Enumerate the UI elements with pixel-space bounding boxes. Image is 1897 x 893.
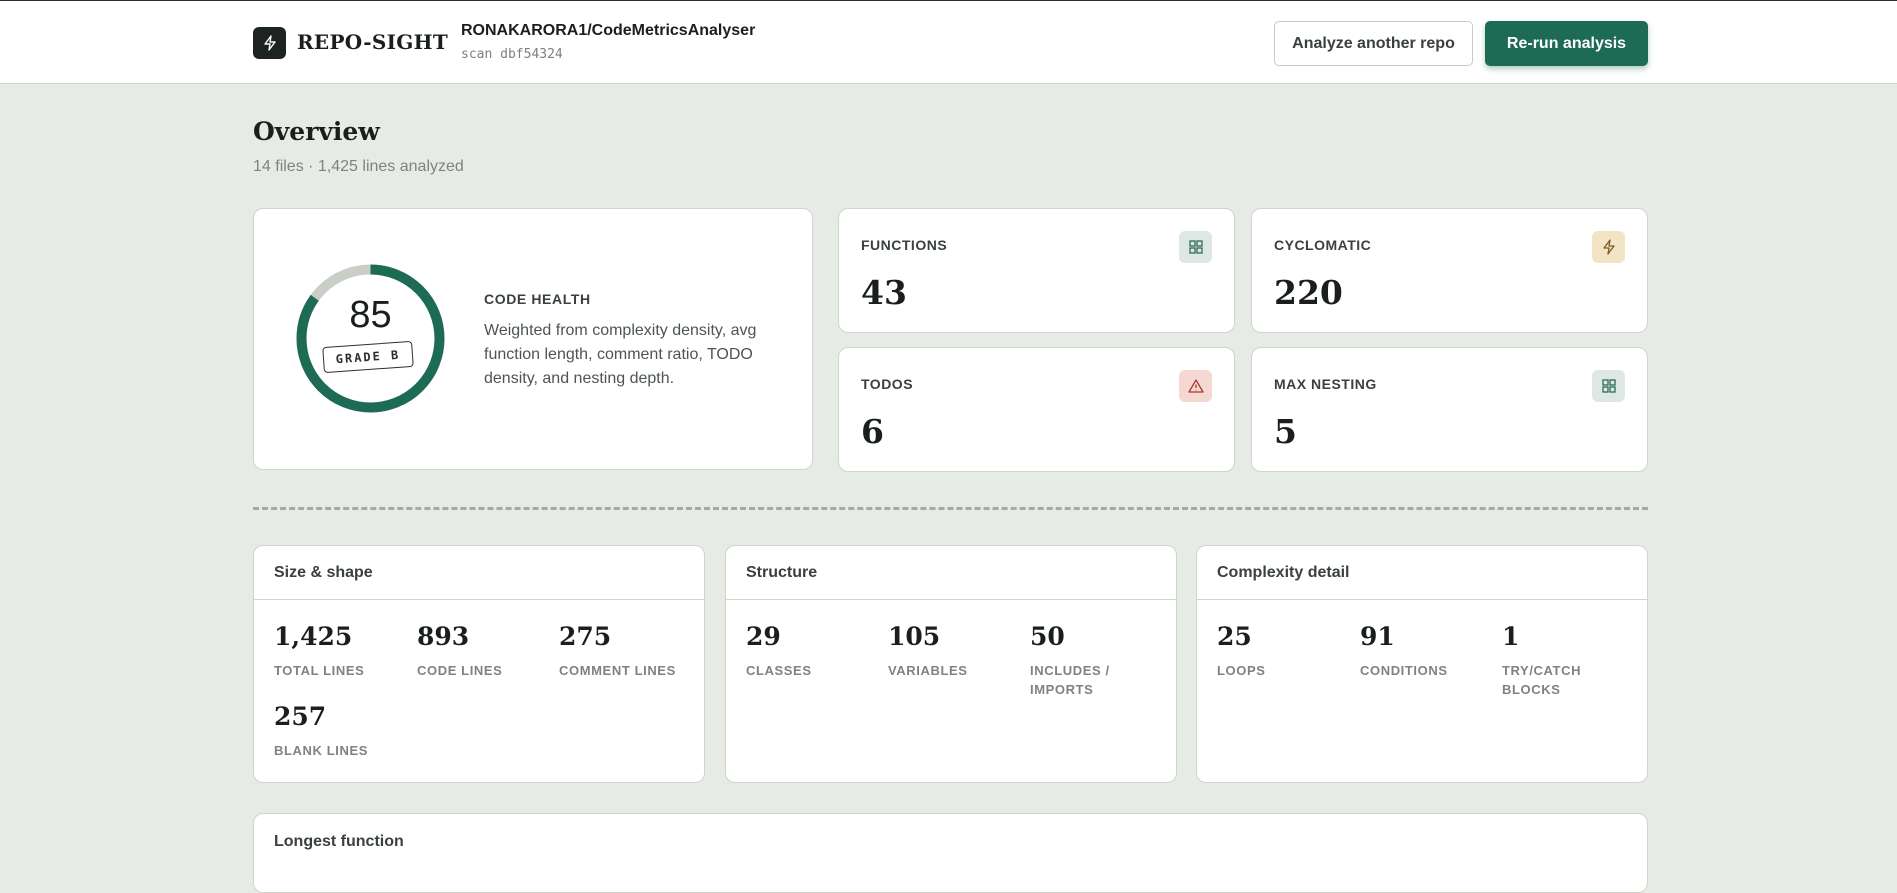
metric-comment-lines: 275 COMMENT LINES: [559, 622, 699, 680]
lightning-icon: [1592, 231, 1625, 263]
metric-label: LOOPS: [1217, 663, 1266, 678]
metric-value: 1,425: [274, 622, 353, 651]
grid-icon: [1592, 370, 1625, 402]
scan-id: scan dbf54324: [461, 47, 563, 62]
page-title: Overview: [253, 117, 380, 146]
max-nesting-card: MAX NESTING 5: [1251, 347, 1648, 472]
size-shape-panel: Size & shape 1,425 TOTAL LINES 893 CODE …: [253, 545, 705, 783]
code-health-card: 85 GRADE B CODE HEALTH Weighted from com…: [253, 208, 813, 470]
page-subtitle: 14 files · 1,425 lines analyzed: [253, 158, 464, 175]
max-nesting-label: MAX NESTING: [1274, 376, 1377, 392]
max-nesting-value: 5: [1274, 412, 1297, 451]
metric-label: INCLUDES / IMPORTS: [1030, 663, 1110, 697]
metric-includes-imports: 50 INCLUDES / IMPORTS: [1030, 622, 1140, 699]
metric-value: 29: [746, 622, 781, 651]
grid-icon: [1179, 231, 1212, 263]
panel-title: Size & shape: [254, 546, 704, 600]
repo-name: RONAKARORA1/CodeMetricsAnalyser: [461, 22, 756, 39]
metric-label: TRY/CATCH BLOCKS: [1502, 663, 1582, 697]
todos-card: TODOS 6: [838, 347, 1235, 472]
health-description: Weighted from complexity density, avg fu…: [484, 322, 757, 387]
metric-code-lines: 893 CODE LINES: [417, 622, 557, 680]
metric-classes: 29 CLASSES: [746, 622, 886, 680]
functions-card: FUNCTIONS 43: [838, 208, 1235, 333]
longest-function-card: Longest function: [253, 813, 1648, 893]
metric-blank-lines: 257 BLANK LINES: [274, 702, 414, 760]
structure-panel: Structure 29 CLASSES 105 VARIABLES 50 IN…: [725, 545, 1177, 783]
metric-conditions: 91 CONDITIONS: [1360, 622, 1500, 680]
brand-name: REPO-SIGHT: [297, 30, 449, 54]
health-label: CODE HEALTH: [484, 291, 591, 307]
metric-loops: 25 LOOPS: [1217, 622, 1357, 680]
panel-title: Complexity detail: [1197, 546, 1647, 600]
metric-label: CLASSES: [746, 663, 812, 678]
rerun-analysis-button[interactable]: Re-run analysis: [1485, 21, 1648, 66]
health-gauge: 85 GRADE B: [294, 262, 447, 415]
cyclomatic-value: 220: [1274, 273, 1343, 312]
section-divider: [253, 507, 1648, 510]
metric-label: BLANK LINES: [274, 743, 368, 758]
metric-try-catch-blocks: 1 TRY/CATCH BLOCKS: [1502, 622, 1612, 699]
metric-variables: 105 VARIABLES: [888, 622, 1028, 680]
cyclomatic-card: CYCLOMATIC 220: [1251, 208, 1648, 333]
analyze-another-repo-button[interactable]: Analyze another repo: [1274, 21, 1473, 66]
cyclomatic-label: CYCLOMATIC: [1274, 237, 1372, 253]
metric-label: CONDITIONS: [1360, 663, 1448, 678]
warning-icon: [1179, 370, 1212, 402]
lightning-icon: [253, 27, 286, 59]
metric-value: 25: [1217, 622, 1252, 651]
metric-label: TOTAL LINES: [274, 663, 365, 678]
metric-value: 257: [274, 702, 327, 731]
metric-label: CODE LINES: [417, 663, 503, 678]
metric-value: 893: [417, 622, 470, 651]
metric-value: 50: [1030, 622, 1065, 651]
metric-value: 1: [1502, 622, 1520, 651]
metric-label: COMMENT LINES: [559, 663, 676, 678]
health-score: 85: [349, 294, 392, 336]
functions-label: FUNCTIONS: [861, 237, 948, 253]
todos-value: 6: [861, 412, 884, 451]
metric-value: 275: [559, 622, 612, 651]
functions-value: 43: [861, 273, 907, 312]
panel-title: Structure: [726, 546, 1176, 600]
todos-label: TODOS: [861, 376, 914, 392]
top-bar: REPO-SIGHT RONAKARORA1/CodeMetricsAnalys…: [0, 0, 1897, 84]
metric-total-lines: 1,425 TOTAL LINES: [274, 622, 414, 680]
longest-function-title: Longest function: [274, 833, 404, 850]
metric-value: 105: [888, 622, 941, 651]
metric-value: 91: [1360, 622, 1395, 651]
complexity-detail-panel: Complexity detail 25 LOOPS 91 CONDITIONS…: [1196, 545, 1648, 783]
metric-label: VARIABLES: [888, 663, 968, 678]
